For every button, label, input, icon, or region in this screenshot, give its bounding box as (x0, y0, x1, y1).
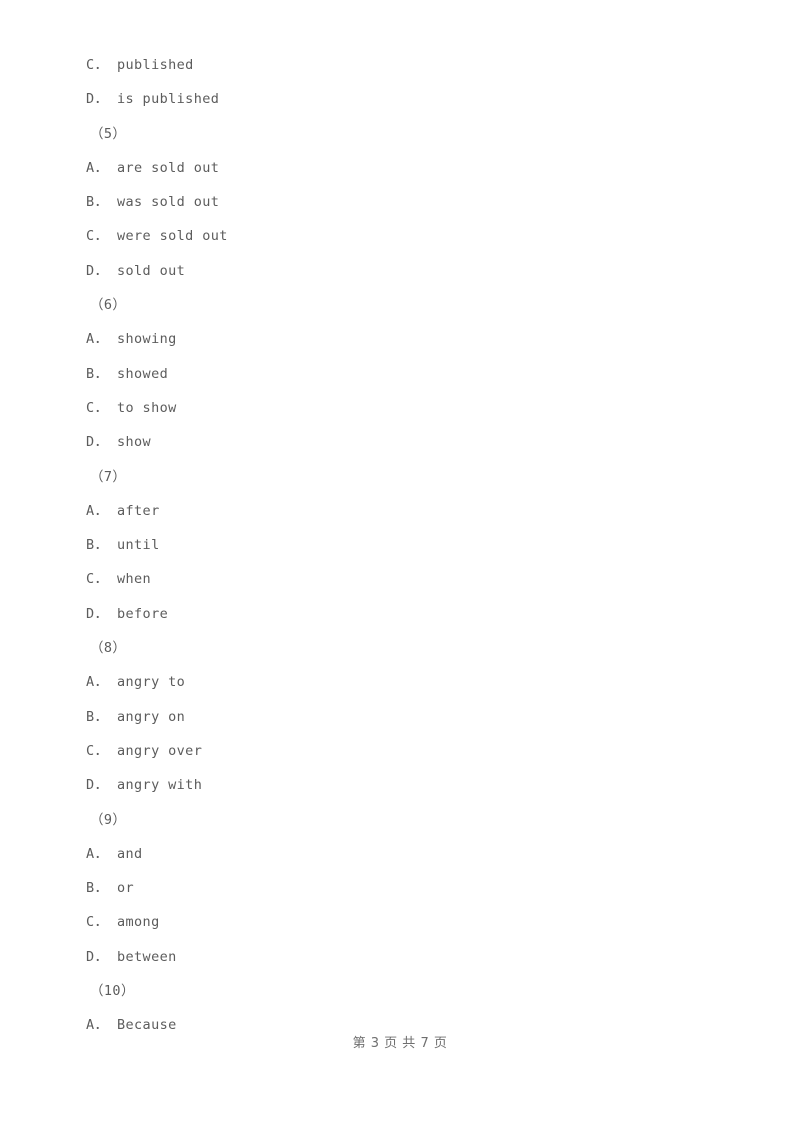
question-options-list: C． published D． is published （5） A． are sol… (86, 48, 726, 1043)
question-number: （9） (90, 811, 127, 828)
question-number: （8） (90, 640, 127, 657)
answer-option: C． published (86, 57, 194, 73)
answer-option: B． or (86, 880, 135, 897)
answer-option: C． among (86, 914, 160, 931)
answer-option: C． to show (86, 399, 177, 416)
answer-option: A． showing (86, 331, 177, 348)
question-number: （6） (90, 297, 127, 314)
answer-option: D． is published (86, 91, 220, 108)
answer-option: B． was sold out (86, 194, 220, 211)
answer-option: C． were sold out (86, 228, 228, 245)
answer-option: B． until (86, 537, 160, 554)
answer-option: D． angry with (86, 777, 203, 794)
answer-option: D． show (86, 434, 152, 451)
answer-option: D． between (86, 948, 177, 965)
answer-option: B． showed (86, 365, 169, 382)
answer-option: A． are sold out (86, 159, 220, 176)
answer-option: C． angry over (86, 742, 203, 759)
answer-option: B． angry on (86, 708, 186, 725)
answer-option: A． angry to (86, 674, 186, 691)
question-number: （5） (90, 125, 127, 142)
answer-option: A． after (86, 502, 160, 519)
answer-option: C． when (86, 571, 152, 588)
question-number: （7） (90, 468, 127, 485)
answer-option: D． before (86, 605, 169, 622)
page-footer: 第 3 页 共 7 页 (352, 1036, 448, 1051)
answer-option: D． sold out (86, 262, 186, 279)
question-number: （10） (90, 983, 135, 1000)
answer-option: A． and (86, 845, 143, 862)
document-page: C． published D． is published （5） A． are sol… (0, 0, 800, 1132)
